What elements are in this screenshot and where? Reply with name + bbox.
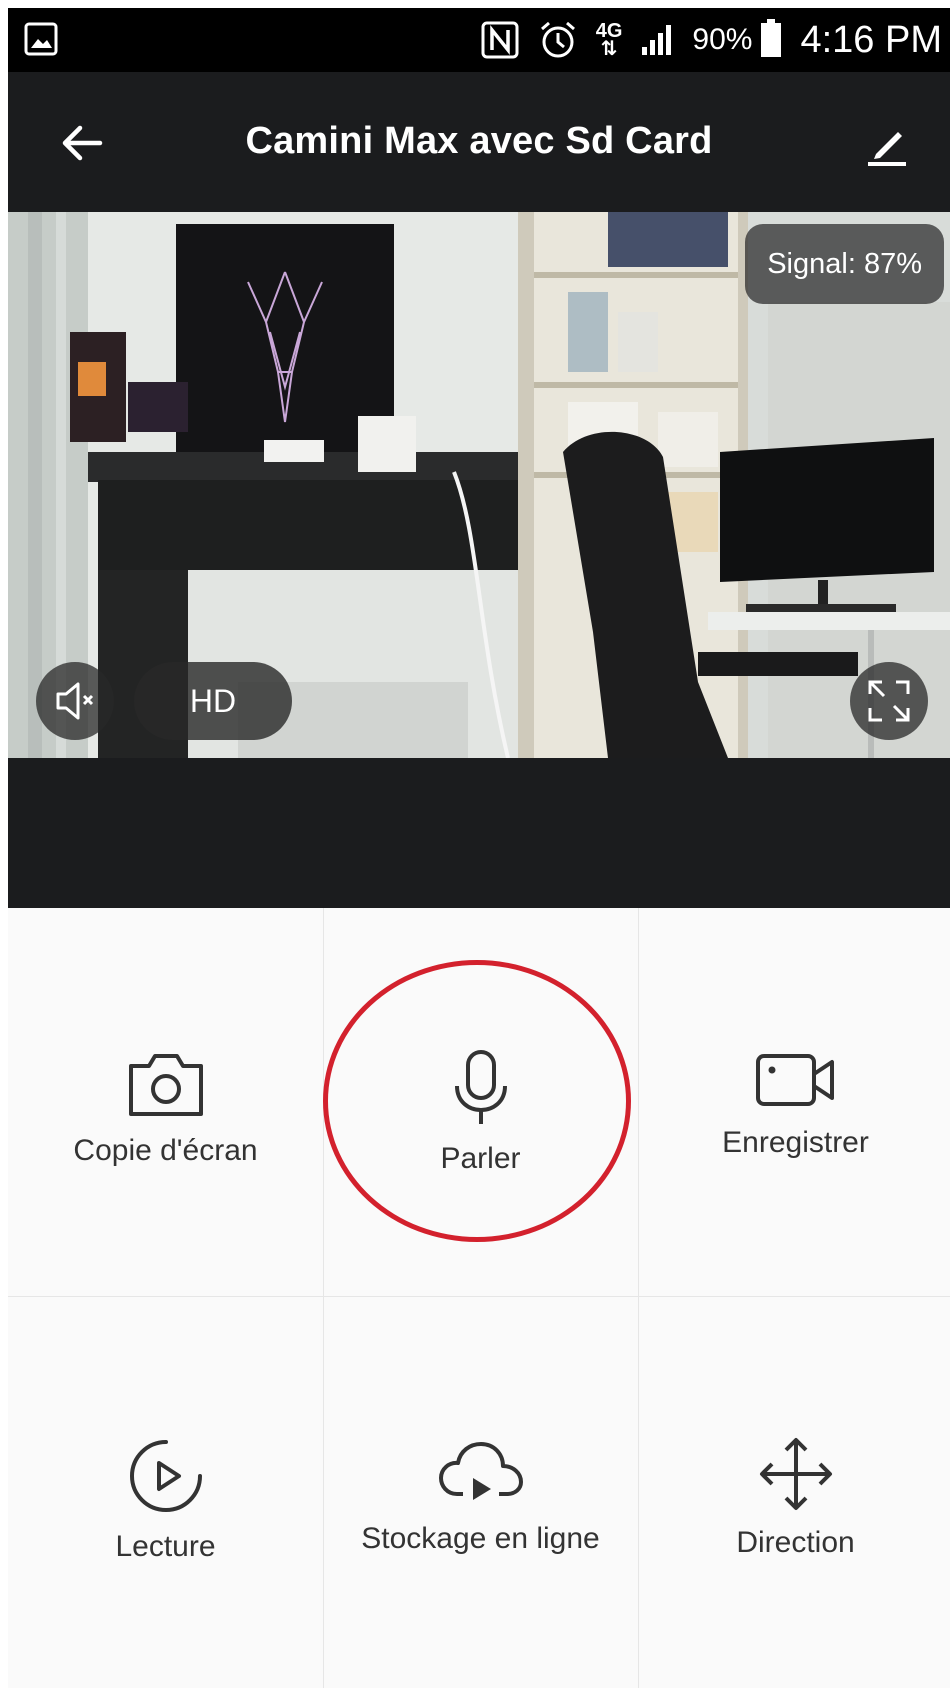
camera-live-view[interactable]: Signal: 87% HD [8, 212, 950, 758]
nfc-icon [480, 20, 520, 60]
camera-icon [128, 1054, 203, 1116]
signal-bars-icon [640, 23, 674, 57]
video-camera-icon [755, 1054, 834, 1106]
app-screen: 4G ⇅ 90% 4:16 PM Camini Max avec Sd Card… [8, 8, 950, 1688]
controls-grid: Copie d'écran Parler Enregistrer Lecture… [8, 908, 950, 1688]
screenshot-label: Copie d'écran [73, 1134, 258, 1167]
status-bar: 4G ⇅ 90% 4:16 PM [8, 8, 950, 72]
battery-percent: 90% [692, 23, 753, 56]
signal-strength-badge: Signal: 87% [745, 224, 944, 304]
quality-toggle-button[interactable]: HD [134, 662, 292, 740]
edit-button[interactable] [860, 116, 914, 170]
mute-toggle-button[interactable] [36, 662, 114, 740]
screenshot-button[interactable]: Copie d'écran [8, 908, 323, 1296]
fullscreen-button[interactable] [850, 662, 928, 740]
network-4g-icon: 4G ⇅ [595, 20, 623, 60]
talk-button[interactable]: Parler [323, 908, 638, 1296]
gallery-icon [24, 22, 58, 61]
status-clock: 4:16 PM [800, 18, 942, 61]
status-icons: 4G ⇅ 90% 4:16 PM [480, 8, 942, 72]
move-arrows-icon [759, 1438, 832, 1510]
video-bottom-band [8, 758, 950, 908]
pencil-icon [868, 132, 906, 166]
fullscreen-icon [868, 680, 910, 722]
app-header: Camini Max avec Sd Card [8, 72, 950, 212]
cloud-storage-label: Stockage en ligne [361, 1522, 600, 1555]
battery-icon [760, 18, 782, 63]
record-label: Enregistrer [722, 1126, 869, 1159]
direction-label: Direction [736, 1526, 855, 1559]
page-title: Camini Max avec Sd Card [245, 120, 713, 162]
alarm-icon [538, 20, 578, 60]
cloud-storage-button[interactable]: Stockage en ligne [323, 1296, 638, 1684]
playback-icon [129, 1440, 202, 1512]
talk-label: Parler [440, 1142, 521, 1175]
playback-label: Lecture [115, 1530, 216, 1563]
record-button[interactable]: Enregistrer [638, 908, 950, 1296]
speaker-muted-icon [56, 682, 94, 720]
direction-button[interactable]: Direction [638, 1296, 950, 1684]
playback-button[interactable]: Lecture [8, 1296, 323, 1684]
microphone-icon [454, 1050, 507, 1124]
cloud-play-icon [438, 1442, 523, 1500]
